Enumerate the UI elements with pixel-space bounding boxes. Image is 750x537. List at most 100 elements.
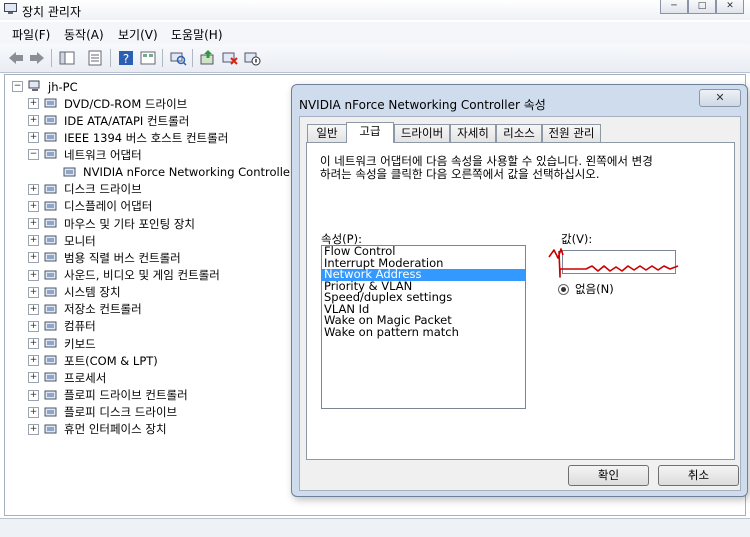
- tree-item-label: 플로피 드라이브 컨트롤러: [64, 388, 188, 403]
- svg-text:?: ?: [123, 52, 129, 66]
- minimize-button[interactable]: ─: [660, 0, 688, 14]
- expand-icon[interactable]: +: [28, 406, 39, 418]
- tree-item[interactable]: + 마우스 및 기타 포인팅 장치: [28, 215, 195, 232]
- tab-general[interactable]: 일반: [307, 124, 347, 142]
- tree-item[interactable]: + 사운드, 비디오 및 게임 컨트롤러: [28, 267, 220, 284]
- ide-controller-icon: [44, 115, 57, 125]
- tree-item[interactable]: NVIDIA nForce Networking Controller: [63, 164, 295, 181]
- tree-root[interactable]: − jh-PC: [12, 78, 78, 95]
- tree-item[interactable]: + DVD/CD-ROM 드라이브: [28, 95, 187, 112]
- expand-icon[interactable]: +: [28, 355, 39, 367]
- disable-device-icon[interactable]: [243, 49, 261, 67]
- back-arrow-icon[interactable]: [7, 49, 25, 67]
- close-button[interactable]: ✕: [716, 0, 744, 14]
- usb-icon: [44, 252, 57, 262]
- tab-advanced[interactable]: 고급: [346, 122, 394, 143]
- dialog-close-button[interactable]: ✕: [699, 89, 741, 107]
- tree-item[interactable]: + 컴퓨터: [28, 318, 96, 335]
- window-title: 장치 관리자: [22, 5, 82, 19]
- tab-resources[interactable]: 리소스: [496, 124, 542, 142]
- tree-item-label: 네트워크 어댑터: [64, 147, 142, 162]
- computer-icon: [28, 80, 40, 91]
- collapse-icon[interactable]: −: [12, 81, 23, 92]
- expand-icon[interactable]: +: [28, 286, 39, 298]
- tree-item-label: IDE ATA/ATAPI 컨트롤러: [64, 113, 190, 128]
- expand-icon[interactable]: +: [28, 115, 39, 127]
- tree-root-label: jh-PC: [48, 79, 78, 94]
- tree-item[interactable]: + 키보드: [28, 335, 96, 352]
- expand-icon[interactable]: +: [28, 98, 39, 109]
- property-list-item[interactable]: Wake on pattern match: [322, 326, 525, 339]
- view-pane-icon[interactable]: [139, 49, 157, 67]
- expand-icon[interactable]: +: [28, 269, 39, 281]
- menu-file[interactable]: 파일(F): [12, 26, 50, 43]
- storage-controller-icon: [44, 304, 57, 314]
- tree-item[interactable]: + IDE ATA/ATAPI 컨트롤러: [28, 112, 189, 129]
- tree-item[interactable]: + 포트(COM & LPT): [28, 352, 158, 369]
- radio-none-label: 없음(N): [575, 282, 614, 296]
- tree-item[interactable]: + IEEE 1394 버스 호스트 컨트롤러: [28, 129, 228, 146]
- expand-icon[interactable]: +: [28, 389, 39, 401]
- tree-item[interactable]: + 모니터: [28, 232, 96, 249]
- expand-icon[interactable]: +: [28, 218, 39, 230]
- computer-icon: [44, 321, 57, 331]
- dvd-drive-icon: [44, 98, 57, 108]
- radio-none[interactable]: 없음(N): [558, 281, 614, 297]
- help-icon[interactable]: ?: [117, 49, 135, 67]
- expand-icon[interactable]: +: [28, 423, 39, 435]
- show-hide-tree-icon[interactable]: [58, 49, 76, 67]
- tree-item[interactable]: + 저장소 컨트롤러: [28, 301, 142, 318]
- cancel-button[interactable]: 취소: [658, 465, 739, 486]
- title-bar: 장치 관리자 ─ □ ✕: [0, 0, 750, 20]
- expand-icon[interactable]: +: [28, 132, 39, 144]
- ok-button[interactable]: 확인: [568, 465, 649, 486]
- forward-arrow-icon[interactable]: [28, 49, 46, 67]
- menu-bar: 파일(F) 동작(A) 보기(V) 도움말(H): [0, 22, 750, 45]
- tree-item-label: 사운드, 비디오 및 게임 컨트롤러: [64, 268, 220, 282]
- properties-icon[interactable]: [86, 49, 104, 67]
- tree-item[interactable]: + 시스템 장치: [28, 284, 121, 301]
- scan-hardware-icon[interactable]: [169, 49, 187, 67]
- tree-item[interactable]: − 네트워크 어댑터: [28, 146, 142, 163]
- expand-icon[interactable]: +: [28, 183, 39, 195]
- maximize-button[interactable]: □: [688, 0, 716, 14]
- red-scribble-annotation: [548, 248, 679, 278]
- expand-icon[interactable]: +: [28, 200, 39, 212]
- tab-details[interactable]: 자세히: [450, 124, 496, 142]
- description-text: 이 네트워크 어댑터에 다음 속성을 사용할 수 있습니다. 왼쪽에서 변경 하…: [320, 155, 720, 181]
- tree-item-label: 프로세서: [64, 370, 107, 385]
- tree-item[interactable]: + 플로피 디스크 드라이브: [28, 404, 177, 421]
- tree-item[interactable]: + 프로세서: [28, 369, 106, 386]
- tree-item[interactable]: + 휴먼 인터페이스 장치: [28, 421, 167, 438]
- tree-item-label: 시스템 장치: [64, 285, 121, 300]
- tab-driver[interactable]: 드라이버: [394, 124, 450, 142]
- expand-icon[interactable]: +: [28, 372, 39, 384]
- tree-item-label: 저장소 컨트롤러: [64, 302, 142, 317]
- tree-item[interactable]: + 플로피 드라이브 컨트롤러: [28, 387, 188, 404]
- radio-selected-icon[interactable]: [558, 283, 569, 295]
- collapse-icon[interactable]: −: [28, 149, 39, 161]
- tree-item[interactable]: + 디스크 드라이브: [28, 181, 142, 198]
- expand-icon[interactable]: +: [28, 252, 39, 264]
- expand-icon[interactable]: +: [28, 235, 39, 247]
- firewire-icon: [44, 132, 57, 142]
- menu-action[interactable]: 동작(A): [64, 26, 104, 43]
- tree-item-label: 모니터: [64, 233, 96, 248]
- menu-help[interactable]: 도움말(H): [171, 26, 223, 43]
- port-icon: [44, 355, 57, 365]
- display-adapter-icon: [44, 201, 57, 211]
- menu-view[interactable]: 보기(V): [118, 26, 158, 43]
- tab-power-management[interactable]: 전원 관리: [542, 124, 601, 142]
- tree-item[interactable]: + 범용 직렬 버스 컨트롤러: [28, 249, 181, 266]
- tree-item-label: NVIDIA nForce Networking Controller: [83, 165, 295, 180]
- expand-icon[interactable]: +: [28, 338, 39, 350]
- property-list[interactable]: Flow Control Interrupt Moderation Network …: [321, 245, 526, 409]
- tree-item[interactable]: + 디스플레이 어댑터: [28, 198, 152, 215]
- tree-item-label: DVD/CD-ROM 드라이브: [64, 96, 188, 111]
- expand-icon[interactable]: +: [28, 303, 39, 315]
- update-driver-icon[interactable]: [199, 49, 217, 67]
- uninstall-icon[interactable]: [221, 49, 239, 67]
- expand-icon[interactable]: +: [28, 320, 39, 332]
- description-line-2: 하려는 속성을 클릭한 다음 오른쪽에서 값을 선택하십시오.: [320, 167, 600, 181]
- dialog-title: NVIDIA nForce Networking Controller 속성: [299, 98, 546, 112]
